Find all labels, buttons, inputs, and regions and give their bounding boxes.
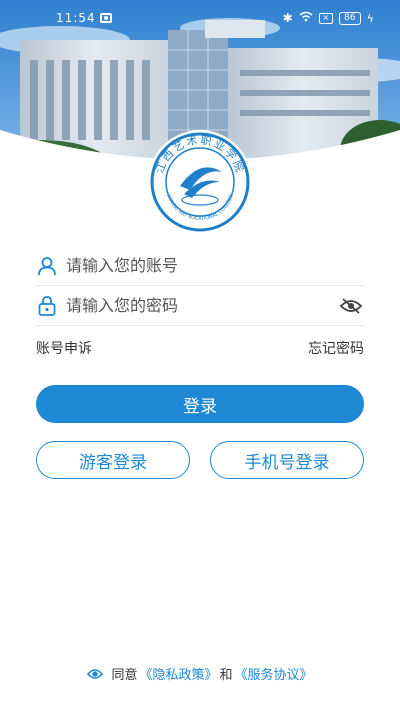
user-icon xyxy=(36,255,58,277)
camera-icon xyxy=(100,13,112,23)
username-row xyxy=(36,246,364,286)
agree-checkbox-icon[interactable] xyxy=(87,666,104,682)
login-button[interactable]: 登录 xyxy=(36,385,364,423)
guest-login-button[interactable]: 游客登录 xyxy=(36,441,190,479)
bluetooth-icon: ✱ xyxy=(282,11,293,25)
status-icons: ✱ × 86 ϟ xyxy=(283,11,374,25)
agree-label: 同意 xyxy=(111,668,138,683)
status-bar: 11:54 ✱ × 86 ϟ xyxy=(0,0,400,36)
phone-login-button[interactable]: 手机号登录 xyxy=(210,441,364,479)
privacy-policy-link[interactable]: 《隐私政策》 xyxy=(139,664,217,683)
password-row xyxy=(36,286,364,326)
battery-icon: 86 xyxy=(338,11,361,25)
status-time: 11:54 xyxy=(56,11,96,25)
forgot-password-link[interactable]: 忘记密码 xyxy=(308,338,364,358)
wifi-icon xyxy=(299,11,313,25)
and-label: 和 xyxy=(219,668,233,683)
auxiliary-links: 账号申诉 忘记密码 xyxy=(36,338,364,358)
college-logo: 江西艺术职业学院 JIANGXI ART VOCATIONAL COLLEGE xyxy=(146,128,254,236)
lock-icon xyxy=(36,295,58,317)
eye-off-icon[interactable] xyxy=(338,295,364,317)
charging-icon: ϟ xyxy=(366,11,374,25)
service-agreement-link[interactable]: 《服务协议》 xyxy=(235,664,313,683)
username-input[interactable] xyxy=(66,256,364,275)
agreement-row: 同意 《隐私政策》 和 《服务协议》 xyxy=(0,664,400,683)
password-input[interactable] xyxy=(66,296,338,315)
account-appeal-link[interactable]: 账号申诉 xyxy=(36,338,92,358)
sim-x-icon: × xyxy=(318,12,333,24)
